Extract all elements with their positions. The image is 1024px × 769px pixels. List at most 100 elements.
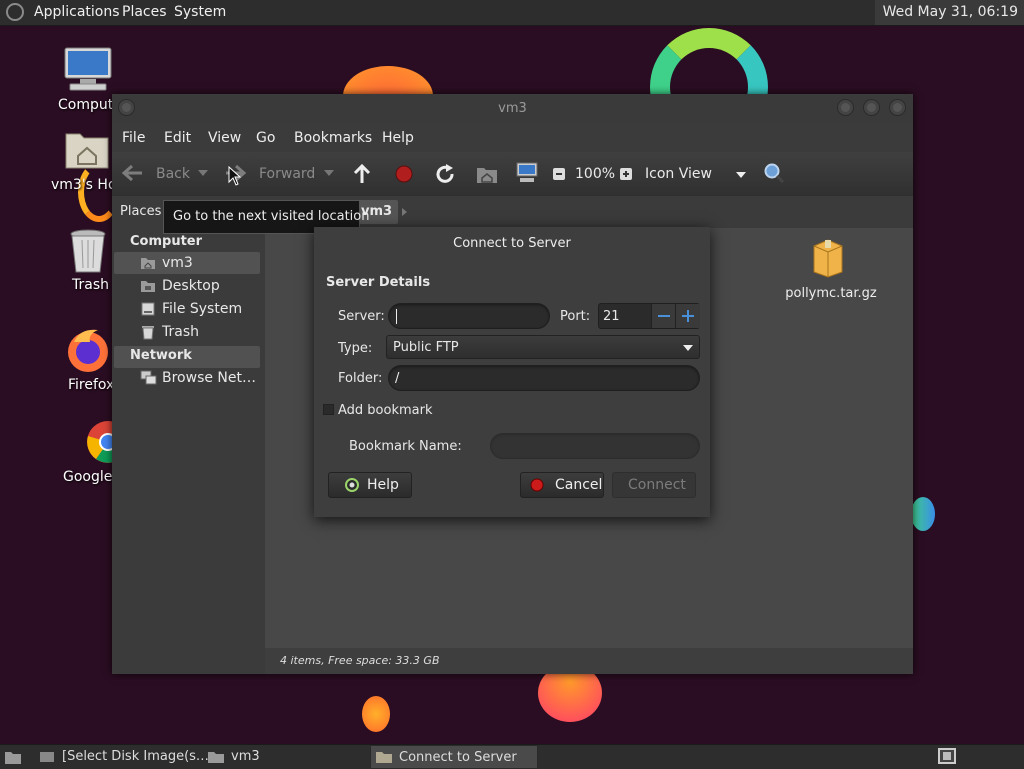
- stop-icon[interactable]: [394, 164, 414, 184]
- status-bar: 4 items, Free space: 33.3 GB: [265, 648, 913, 674]
- menubar: File Edit View Go Bookmarks Help: [112, 124, 913, 152]
- trash-icon: [142, 326, 154, 340]
- port-spinbox[interactable]: 21: [598, 303, 700, 329]
- up-arrow-icon[interactable]: [352, 163, 372, 185]
- help-button-label: Help: [367, 477, 399, 493]
- home-icon[interactable]: [476, 164, 498, 184]
- zoom-level[interactable]: 100%: [575, 166, 615, 182]
- menu-edit[interactable]: Edit: [164, 130, 191, 146]
- type-label: Type:: [338, 341, 373, 356]
- menu-file[interactable]: File: [122, 130, 145, 146]
- desktop-icon-label: vm3's Home: [51, 177, 115, 193]
- back-history-dropdown[interactable]: [198, 170, 208, 176]
- trash-icon: [70, 229, 106, 273]
- add-bookmark-checkbox[interactable]: [323, 404, 334, 415]
- forward-history-dropdown[interactable]: [324, 170, 334, 176]
- bottom-panel: [Select Disk Image(s… vm3 Connect to Ser…: [0, 744, 1024, 769]
- back-button[interactable]: Back: [120, 158, 204, 188]
- cancel-icon: [530, 478, 544, 492]
- path-scroll-right-icon[interactable]: [402, 208, 407, 216]
- view-mode-select[interactable]: Icon View: [642, 160, 752, 188]
- maximize-button[interactable]: [863, 99, 880, 116]
- taskbar-item-disk-image[interactable]: [Select Disk Image(s…: [36, 745, 209, 769]
- clock[interactable]: Wed May 31, 06:19: [874, 0, 1024, 25]
- menu-help[interactable]: Help: [382, 130, 414, 146]
- desktop-icon-firefox[interactable]: Firefox: [60, 324, 120, 396]
- file-item[interactable]: pollymc.tar.gz: [780, 236, 880, 308]
- port-value: 21: [603, 309, 620, 324]
- sidebar-item-trash[interactable]: Trash: [114, 321, 260, 343]
- menu-view[interactable]: View: [208, 130, 241, 146]
- minimize-button[interactable]: [837, 99, 854, 116]
- add-bookmark-label[interactable]: Add bookmark: [338, 403, 433, 418]
- chevron-down-icon: [736, 172, 746, 178]
- wallpaper-small-orange-blob: [362, 696, 390, 732]
- plus-icon-vertical: [687, 310, 689, 322]
- connect-button[interactable]: Connect: [612, 472, 696, 498]
- search-icon[interactable]: [763, 162, 785, 184]
- window-title: vm3: [498, 101, 527, 116]
- zoom-in-icon[interactable]: [619, 167, 633, 181]
- sidebar-item-label: Trash: [162, 324, 199, 340]
- chevron-down-icon: [683, 345, 693, 351]
- desktop-icon-home[interactable]: vm3's Home: [48, 126, 115, 196]
- home-icon: [141, 258, 155, 269]
- back-label: Back: [156, 166, 190, 182]
- wallpaper-teal-blob: [911, 497, 935, 531]
- connect-to-server-dialog: Connect to Server Server Details Server:…: [314, 227, 710, 517]
- status-text: 4 items, Free space: 33.3 GB: [280, 654, 440, 667]
- mouse-cursor-icon: [228, 166, 242, 186]
- taskbar-item-connect-to-server[interactable]: Connect to Server: [370, 745, 538, 769]
- taskbar-item-vm3[interactable]: vm3: [204, 745, 364, 769]
- reload-icon[interactable]: [434, 163, 456, 185]
- port-decrement-button[interactable]: [651, 304, 676, 328]
- menu-bookmarks[interactable]: Bookmarks: [294, 130, 372, 146]
- dialog-title: Connect to Server: [453, 236, 571, 251]
- sidebar-item-label: vm3: [162, 255, 193, 271]
- connect-button-label: Connect: [628, 477, 686, 493]
- taskbar-item-label: vm3: [231, 749, 260, 764]
- help-icon: [345, 478, 359, 492]
- sidebar-item-label: File System: [162, 301, 243, 317]
- cancel-button[interactable]: Cancel: [520, 472, 604, 498]
- close-button[interactable]: [889, 99, 906, 116]
- server-input[interactable]: [388, 303, 550, 329]
- port-increment-button[interactable]: [675, 304, 700, 328]
- top-panel: Applications Places System Wed May 31, 0…: [0, 0, 1024, 26]
- computer-icon[interactable]: [516, 162, 538, 184]
- sidebar-item-desktop[interactable]: Desktop: [114, 275, 260, 297]
- places-button[interactable]: Places: [116, 200, 164, 224]
- sidebar-item-file-system[interactable]: File System: [114, 298, 260, 320]
- menu-go[interactable]: Go: [256, 130, 275, 146]
- type-select[interactable]: Public FTP: [386, 335, 700, 359]
- network-icon: [140, 370, 157, 385]
- drive-icon: [40, 752, 54, 762]
- view-mode-label: Icon View: [645, 166, 712, 182]
- applications-menu[interactable]: Applications: [34, 4, 120, 20]
- show-desktop-icon[interactable]: [4, 749, 22, 765]
- system-menu[interactable]: System: [174, 4, 226, 20]
- sidebar-item-vm3[interactable]: vm3: [114, 252, 260, 274]
- bookmark-name-label: Bookmark Name:: [349, 439, 462, 454]
- help-button[interactable]: Help: [328, 472, 412, 498]
- desktop-icon: [141, 281, 155, 292]
- cancel-button-label: Cancel: [555, 477, 603, 493]
- taskbar-item-label: [Select Disk Image(s…: [62, 749, 209, 764]
- sidebar-item-browse-network[interactable]: Browse Net…: [114, 367, 260, 389]
- bookmark-name-input[interactable]: [490, 433, 700, 459]
- folder-input[interactable]: /: [388, 365, 700, 391]
- distro-logo-icon[interactable]: [6, 3, 24, 21]
- sidebar-header-network: Network: [130, 348, 192, 363]
- window-titlebar[interactable]: vm3: [112, 94, 913, 124]
- zoom-out-icon[interactable]: [552, 167, 566, 181]
- home-folder-icon: [208, 752, 224, 763]
- forward-label: Forward: [259, 166, 316, 182]
- minus-icon: [658, 315, 670, 317]
- places-menu[interactable]: Places: [122, 4, 167, 20]
- drive-icon: [141, 302, 155, 316]
- sidebar-item-label: Browse Net…: [162, 370, 257, 386]
- desktop-icon-chrome[interactable]: Google: [56, 416, 129, 488]
- firefox-icon: [68, 329, 108, 372]
- workspace-switcher[interactable]: [938, 748, 956, 764]
- sidebar-item-label: Desktop: [162, 278, 220, 294]
